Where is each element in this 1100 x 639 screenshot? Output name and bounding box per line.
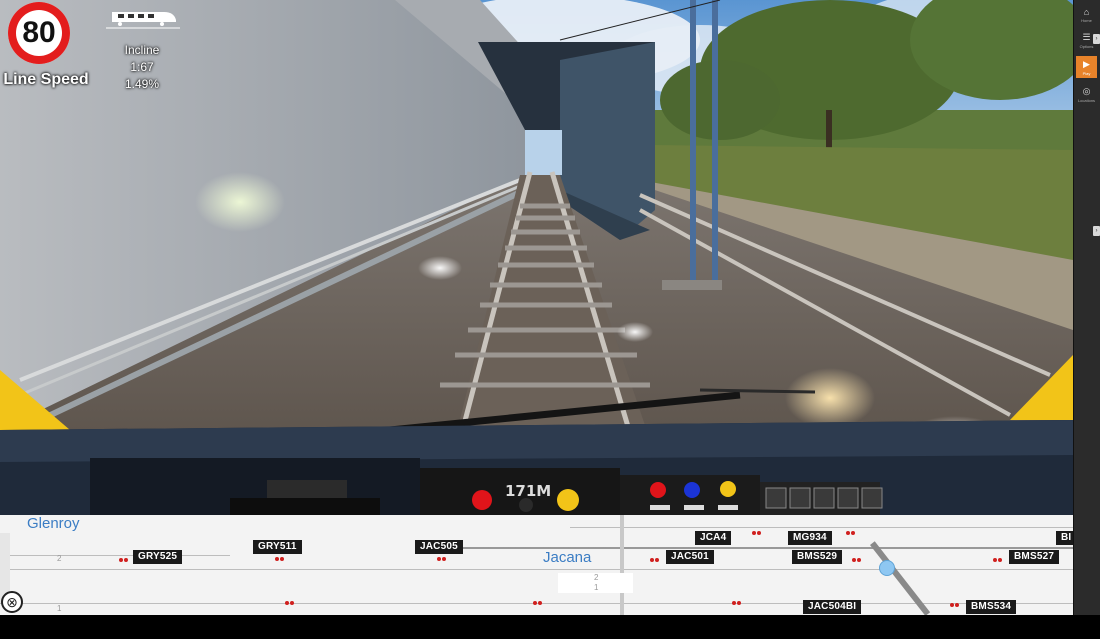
signal-aspect bbox=[285, 601, 295, 605]
signal-aspect bbox=[533, 601, 543, 605]
signal-label[interactable]: BMS534 bbox=[966, 600, 1017, 614]
signal-aspect bbox=[752, 531, 762, 535]
catenary-mast bbox=[690, 0, 696, 285]
sidebar-item-label: Locations bbox=[1077, 97, 1096, 103]
red-indicator bbox=[650, 482, 666, 498]
signal-aspect bbox=[650, 558, 660, 562]
train-position-marker bbox=[879, 560, 895, 576]
locations-icon: ◎ bbox=[1082, 85, 1091, 96]
signal-label[interactable]: BMS527 bbox=[1009, 550, 1060, 564]
sidebar-item-label: Play bbox=[1082, 70, 1091, 76]
track-number: 2 bbox=[57, 554, 62, 563]
signal-label[interactable]: BI bbox=[1056, 531, 1073, 545]
signal-label[interactable]: BMS529 bbox=[792, 550, 843, 564]
signal-aspect bbox=[950, 603, 960, 607]
speed-limit-value: 80 bbox=[22, 16, 56, 49]
signal-label[interactable]: GRY525 bbox=[133, 550, 183, 564]
play-icon: ▶ bbox=[1083, 58, 1090, 69]
sidebar-expand-handle[interactable]: › bbox=[1093, 34, 1100, 44]
train-profile-icon bbox=[106, 12, 180, 29]
station-label-glenroy: Glenroy bbox=[27, 515, 80, 532]
signal-aspect bbox=[275, 557, 285, 561]
bottom-bar bbox=[0, 615, 1100, 639]
incline-percent: 1.49% bbox=[124, 77, 160, 91]
home-icon: ⌂ bbox=[1083, 7, 1090, 17]
speed-limit-label: Line Speed bbox=[3, 71, 89, 88]
sidebar-item-play[interactable]: ▶ Play bbox=[1076, 56, 1097, 78]
sidebar-item-locations[interactable]: ◎ Locations bbox=[1076, 83, 1097, 105]
blue-indicator bbox=[684, 482, 700, 498]
sidebar-item-home[interactable]: ⌂ Home bbox=[1076, 4, 1097, 26]
track-number: 1 bbox=[594, 583, 599, 592]
signal-aspect bbox=[732, 601, 742, 605]
track-number: 2 bbox=[594, 573, 599, 582]
unit-number: 171M bbox=[505, 482, 551, 500]
sidebar-expand-handle[interactable]: › bbox=[1093, 226, 1100, 236]
incline-ratio: 1:67 bbox=[130, 60, 154, 74]
station-label-jacana: Jacana bbox=[543, 549, 592, 566]
yellow-button bbox=[557, 489, 579, 511]
red-button bbox=[472, 490, 492, 510]
speed-limit-sign: 80 bbox=[8, 2, 70, 64]
track-map[interactable]: Glenroy Jacana 2 1 2 1 GRY525 GRY511 JAC… bbox=[0, 515, 1073, 615]
track-number: 1 bbox=[57, 604, 62, 613]
incline-title: Incline bbox=[124, 43, 160, 57]
signal-aspect bbox=[119, 558, 129, 562]
incline-readout: Incline 1:67 1.49% bbox=[96, 42, 188, 93]
yellow-indicator bbox=[720, 481, 736, 497]
signal-aspect bbox=[437, 557, 447, 561]
options-icon: ☰ bbox=[1082, 31, 1091, 42]
signal-label[interactable]: MG934 bbox=[788, 531, 832, 545]
signal-label[interactable]: JAC504BI bbox=[803, 600, 862, 614]
signal-label[interactable]: JAC501 bbox=[666, 550, 714, 564]
signal-aspect bbox=[993, 558, 1003, 562]
signal-label[interactable]: GRY511 bbox=[253, 540, 302, 554]
signal-aspect bbox=[846, 531, 856, 535]
signal-label[interactable]: JAC505 bbox=[415, 540, 463, 554]
recenter-map-icon[interactable]: ⊗ bbox=[1, 591, 23, 613]
signal-label[interactable]: JCA4 bbox=[695, 531, 732, 545]
sidebar-item-label: Options bbox=[1079, 43, 1094, 49]
signal-aspect bbox=[852, 558, 862, 562]
sidebar-item-label: Home bbox=[1081, 18, 1092, 23]
